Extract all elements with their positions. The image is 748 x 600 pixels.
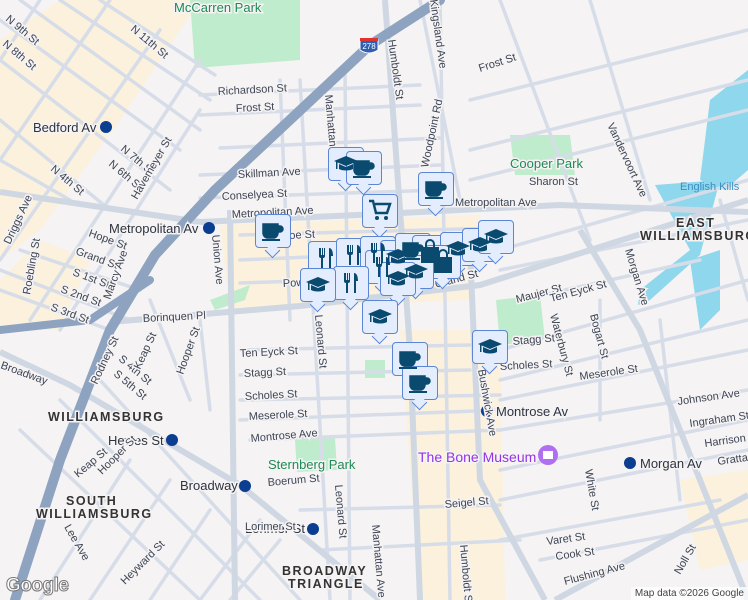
school-icon (386, 271, 410, 286)
svg-text:BROADWAY: BROADWAY (282, 564, 367, 578)
marker-school[interactable] (362, 300, 398, 334)
street-label: Stagg St (244, 366, 287, 380)
street-label: Skillman Ave (238, 166, 301, 181)
svg-text:Metropolitan Av: Metropolitan Av (109, 221, 199, 236)
street-label: Metropolitan Ave (455, 197, 537, 209)
street-label: Conselyea St (222, 188, 288, 203)
street-label: Leonard St (332, 484, 349, 539)
marker-school[interactable] (380, 262, 416, 296)
street-label: Hooper St (175, 325, 203, 376)
svg-text:WILLIAMSBURG: WILLIAMSBURG (640, 229, 748, 243)
school-icon (306, 277, 330, 292)
street-label: Borinquen Pl (143, 310, 207, 325)
street-label: Stagg St (512, 332, 555, 348)
svg-text:Montrose Av: Montrose Av (496, 404, 569, 419)
restaurant-icon (347, 245, 361, 265)
shopping-bag-icon (434, 249, 452, 273)
coffee-icon (353, 160, 375, 178)
street-label: Ten Eyck St (240, 345, 299, 360)
street-label: White St (582, 468, 601, 511)
street-label: Manhattan Ave (369, 524, 387, 598)
highway-shield: 278 (359, 38, 379, 54)
street-label: Johnson Ave (677, 387, 741, 408)
marker-shopping-cart[interactable] (362, 194, 398, 228)
marker-restaurant[interactable] (333, 266, 369, 300)
marker-coffee[interactable] (255, 214, 291, 248)
svg-text:Broadway: Broadway (180, 478, 238, 493)
water-label: English Kills (680, 181, 740, 193)
street-label: Keap St (132, 331, 159, 372)
coffee-icon (262, 223, 284, 241)
highway-number: 278 (362, 42, 376, 51)
coffee-icon (399, 351, 421, 369)
street-label: Harrison Pl (704, 431, 748, 450)
svg-text:WILLIAMSBURG: WILLIAMSBURG (36, 507, 153, 521)
street-label: Vandervoort Ave (604, 121, 649, 199)
marker-coffee[interactable] (402, 366, 438, 400)
street-label: Varet St (546, 531, 586, 548)
marker-coffee[interactable] (346, 151, 382, 185)
street-label: Frost St (477, 52, 517, 75)
svg-text:SOUTH: SOUTH (66, 494, 117, 508)
street-label: Sharon St (529, 176, 578, 188)
shopping-cart-icon (369, 199, 392, 220)
svg-text:The Bone Museum: The Bone Museum (418, 449, 536, 465)
school-icon (368, 309, 392, 324)
marker-school[interactable] (472, 330, 508, 364)
marker-coffee[interactable] (418, 172, 454, 206)
school-icon (478, 339, 502, 354)
street-label: Noll St (672, 542, 699, 576)
coffee-icon (425, 181, 447, 199)
marker-school[interactable] (478, 220, 514, 254)
restaurant-icon (319, 248, 333, 268)
marker-school[interactable] (300, 268, 336, 302)
park-label: Cooper Park (510, 156, 583, 171)
street-label: Flushing Ave (563, 560, 627, 588)
svg-text:EAST: EAST (676, 216, 715, 230)
svg-text:Morgan Av: Morgan Av (640, 456, 702, 471)
svg-text:Bedford Av: Bedford Av (33, 120, 97, 135)
station-morgan-av[interactable]: Morgan Av (624, 455, 704, 473)
street-label: Meserole St (249, 408, 308, 423)
svg-text:TRIANGLE: TRIANGLE (288, 577, 364, 591)
svg-text:WILLIAMSBURG: WILLIAMSBURG (48, 410, 165, 424)
street-label: Meserole St (579, 363, 639, 383)
street-label: Havemeyer St (129, 135, 174, 201)
google-logo: Google (5, 575, 69, 597)
marker-shopping-bag[interactable] (425, 245, 461, 279)
school-icon (484, 229, 508, 244)
street-label: Boerum St (267, 473, 320, 489)
park-label: McCarren Park (174, 0, 262, 15)
water (638, 70, 748, 330)
street-label: Cook St (555, 546, 595, 563)
restaurant-icon (344, 273, 358, 293)
station-broadway[interactable]: Broadway (179, 477, 251, 495)
street-label: Richardson St (218, 82, 288, 98)
park-label: Sternberg Park (268, 457, 356, 472)
street-label: Frost St (236, 101, 275, 115)
street-label: Lorimer St (245, 521, 296, 533)
coffee-icon (409, 375, 431, 393)
map-attribution[interactable]: Map data ©2026 Google (630, 587, 748, 600)
